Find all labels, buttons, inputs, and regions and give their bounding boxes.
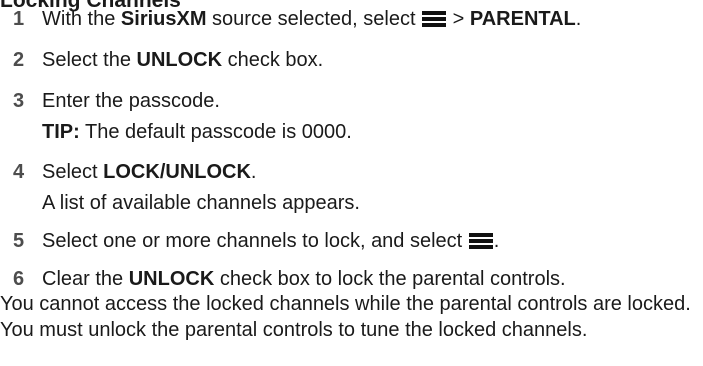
step-2: 2 Select the UNLOCK check box. [0, 45, 323, 75]
menu-icon [422, 10, 447, 28]
step-number: 6 [13, 268, 25, 290]
step-1: 1 With the SiriusXM source selected, sel… [0, 4, 581, 34]
tip-label: TIP: [42, 121, 80, 143]
unlock-checkbox-label: UNLOCK [136, 49, 223, 71]
step-text: Enter the passcode. [42, 90, 220, 112]
unlock-checkbox-label: UNLOCK [128, 268, 215, 290]
menu-icon [468, 232, 493, 250]
step-text: Select one or more channels to lock, and… [42, 230, 500, 252]
tip-text: The default passcode is 0000. [79, 121, 352, 143]
step-number: 2 [13, 49, 25, 71]
instructions-page: Locking Channels 1 With the SiriusXM sou… [0, 0, 703, 366]
step-number: 5 [13, 230, 25, 252]
step-3: 3 Enter the passcode. [0, 86, 220, 116]
lock-unlock-option: LOCK/UNLOCK [103, 161, 251, 183]
step-result-note: A list of available channels appears. [42, 192, 360, 214]
step-text: With the SiriusXM source selected, selec… [42, 8, 582, 30]
step-number: 4 [13, 161, 25, 183]
step-text: Clear the UNLOCK check box to lock the p… [42, 268, 566, 290]
closing-paragraph: You cannot access the locked channels wh… [0, 293, 691, 341]
menu-option-parental: PARENTAL [469, 8, 576, 30]
step-5: 5 Select one or more channels to lock, a… [0, 226, 499, 256]
step-text: Select the UNLOCK check box. [42, 49, 324, 71]
source-name: SiriusXM [120, 8, 207, 30]
step-number: 1 [13, 8, 25, 30]
step-4: 4 Select LOCK/UNLOCK. [0, 157, 256, 187]
step-6: 6 Clear the UNLOCK check box to lock the… [0, 264, 566, 294]
step-text: Select LOCK/UNLOCK. [42, 161, 257, 183]
tip-note: TIP: The default passcode is 0000. [42, 117, 352, 147]
step-number: 3 [13, 90, 25, 112]
